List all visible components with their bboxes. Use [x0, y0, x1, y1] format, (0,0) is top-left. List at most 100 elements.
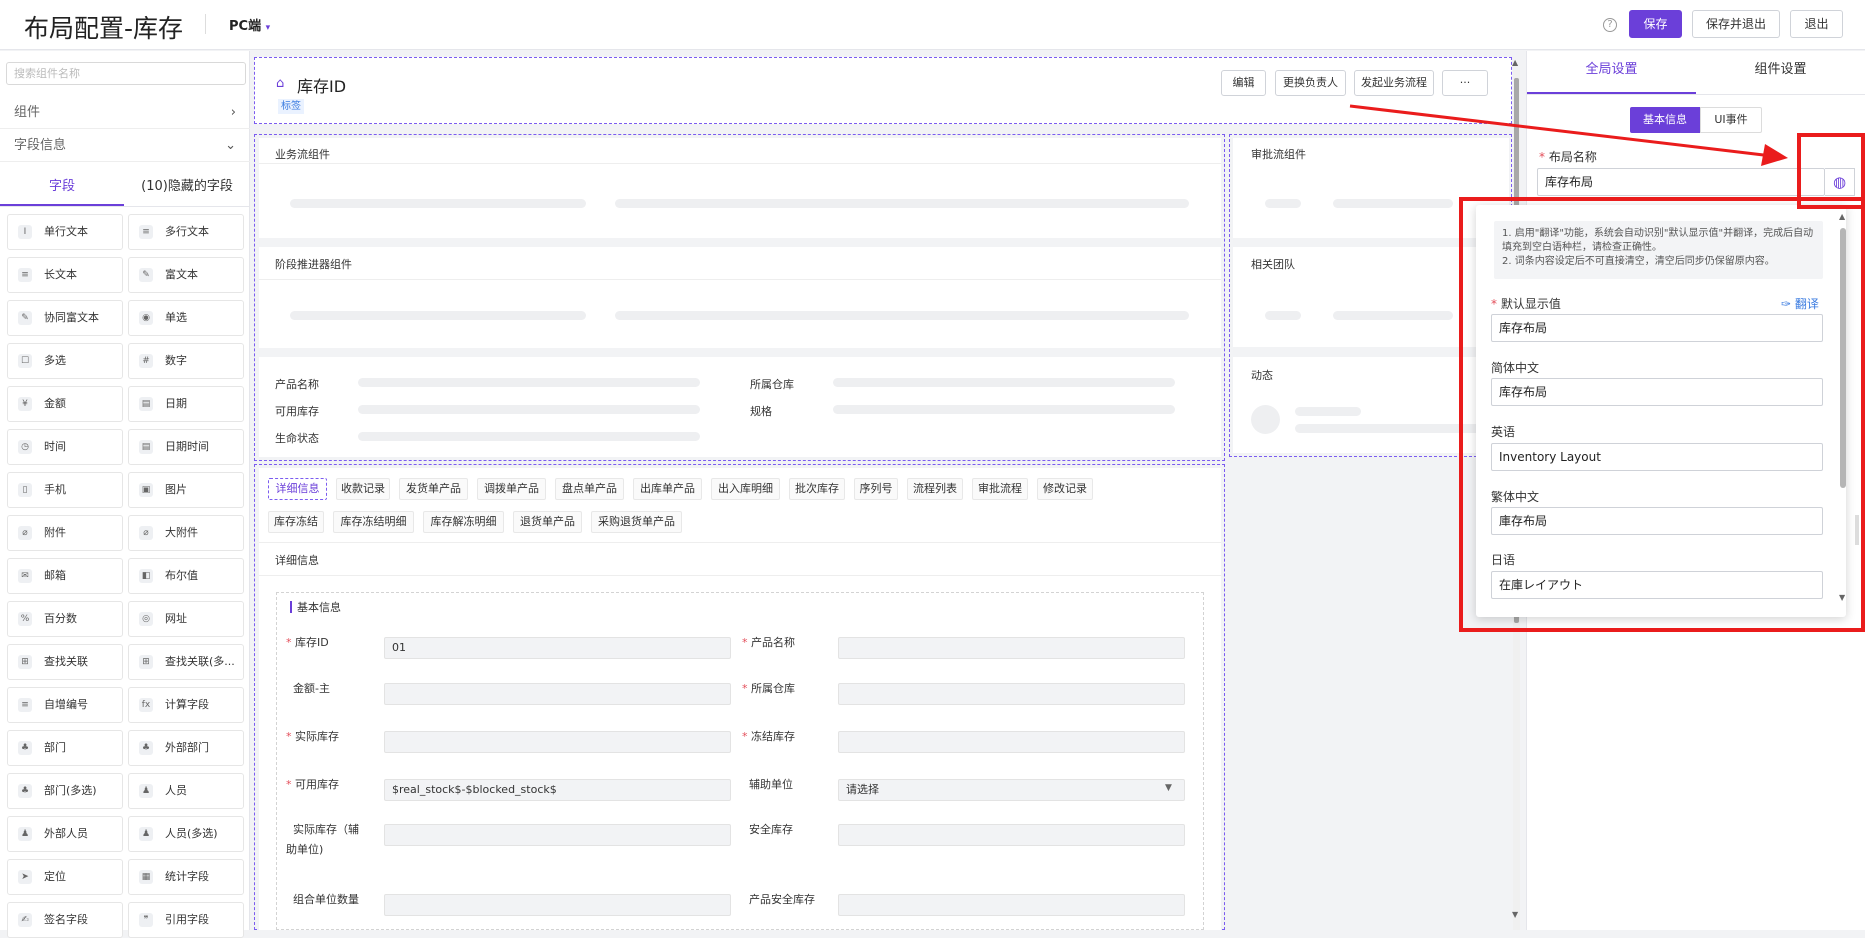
field-info-section[interactable]: 字段信息 ⌄ — [0, 130, 250, 162]
detail-tab[interactable]: 库存冻结明细 — [333, 511, 414, 533]
chevron-down-icon: ▾ — [265, 23, 271, 33]
platform-selector[interactable]: PC端 ▾ — [229, 15, 270, 34]
detail-tab[interactable]: 详细信息 — [268, 478, 327, 500]
field-label: 金额 — [44, 397, 66, 410]
field-item[interactable]: ▤ 日期 — [128, 386, 244, 422]
tab-hidden-fields[interactable]: (10)隐藏的字段 — [124, 168, 250, 206]
field-item[interactable]: ❞ 引用字段 — [128, 902, 244, 938]
form-input[interactable] — [384, 731, 731, 753]
field-label: 计算字段 — [165, 698, 209, 711]
change-owner-button[interactable]: 更换负责人 — [1275, 70, 1346, 96]
scroll-down-icon[interactable]: ▼ — [1512, 910, 1518, 919]
tab-fields[interactable]: 字段 — [0, 168, 124, 206]
detail-tab[interactable]: 调拨单产品 — [477, 478, 546, 500]
field-item[interactable]: ▯ 手机 — [7, 472, 123, 508]
help-icon[interactable]: ? — [1603, 18, 1617, 32]
chevron-down-icon: ▼ — [1165, 783, 1172, 793]
field-item[interactable]: ⊞ 查找关联(多... — [128, 644, 244, 680]
field-item[interactable]: ☐ 多选 — [7, 343, 123, 379]
detail-tab[interactable]: 序列号 — [854, 478, 898, 500]
field-item[interactable]: ≡ 多行文本 — [128, 214, 244, 250]
field-item[interactable]: # 数字 — [128, 343, 244, 379]
field-item[interactable]: ◧ 布尔值 — [128, 558, 244, 594]
field-label: 多行文本 — [165, 225, 209, 238]
field-item[interactable]: ♟ 人员(多选) — [128, 816, 244, 852]
field-item[interactable]: ✍ 签名字段 — [7, 902, 123, 938]
field-item[interactable]: ▣ 图片 — [128, 472, 244, 508]
detail-tab[interactable]: 收款记录 — [336, 478, 390, 500]
field-item[interactable]: ▤ 日期时间 — [128, 429, 244, 465]
field-item[interactable]: ◉ 单选 — [128, 300, 244, 336]
search-input[interactable]: 搜索组件名称 — [6, 62, 246, 85]
field-item[interactable]: ✎ 富文本 — [128, 257, 244, 293]
start-process-button[interactable]: 发起业务流程 — [1354, 70, 1434, 96]
field-item[interactable]: ♟ 外部人员 — [7, 816, 123, 852]
divider — [259, 542, 1221, 543]
field-item[interactable]: ⌀ 大附件 — [128, 515, 244, 551]
field-item[interactable]: ◎ 网址 — [128, 601, 244, 637]
more-button[interactable]: ··· — [1442, 70, 1488, 96]
field-label: 外部人员 — [44, 827, 88, 840]
form-input[interactable]: $real_stock$-$blocked_stock$ — [384, 779, 731, 801]
field-item[interactable]: ¥ 金额 — [7, 386, 123, 422]
form-input[interactable] — [838, 683, 1185, 705]
form-input[interactable] — [838, 894, 1185, 916]
detail-tab[interactable]: 发货单产品 — [399, 478, 468, 500]
summary-label: 所属仓库 — [750, 378, 794, 391]
detail-tab[interactable]: 出入库明细 — [711, 478, 780, 500]
layout-name-input[interactable]: 库存布局 — [1537, 168, 1825, 196]
field-item[interactable]: ◷ 时间 — [7, 429, 123, 465]
field-type-icon: fx — [139, 698, 153, 712]
field-type-icon: ✎ — [139, 268, 153, 282]
detail-tab[interactable]: 盘点单产品 — [555, 478, 624, 500]
field-item[interactable]: ♟ 人员 — [128, 773, 244, 809]
form-input[interactable] — [384, 824, 731, 846]
field-item[interactable]: ▦ 统计字段 — [128, 859, 244, 895]
detail-tab[interactable]: 库存解冻明细 — [423, 511, 504, 533]
field-label: 部门 — [44, 741, 66, 754]
field-label: 查找关联(多... — [165, 655, 235, 668]
form-input[interactable] — [838, 731, 1185, 753]
field-item[interactable]: I 单行文本 — [7, 214, 123, 250]
form-input[interactable] — [384, 683, 731, 705]
business-flow-card[interactable] — [259, 138, 1221, 238]
field-label: 长文本 — [44, 268, 77, 281]
field-item[interactable]: ✎ 协同富文本 — [7, 300, 123, 336]
field-item[interactable]: ≡ 长文本 — [7, 257, 123, 293]
form-input[interactable] — [838, 824, 1185, 846]
form-input[interactable] — [384, 894, 731, 916]
save-button[interactable]: 保存 — [1629, 10, 1682, 38]
scroll-up-icon[interactable]: ▲ — [1512, 58, 1518, 67]
field-item[interactable]: ➤ 定位 — [7, 859, 123, 895]
field-item[interactable]: ♣ 外部部门 — [128, 730, 244, 766]
field-item[interactable]: fx 计算字段 — [128, 687, 244, 723]
field-item[interactable]: % 百分数 — [7, 601, 123, 637]
save-exit-button[interactable]: 保存并退出 — [1692, 10, 1780, 38]
field-label: 附件 — [44, 526, 66, 539]
detail-tab[interactable]: 流程列表 — [907, 478, 963, 500]
field-label: 邮箱 — [44, 569, 66, 582]
edit-button[interactable]: 编辑 — [1221, 70, 1266, 96]
field-item[interactable]: ⌀ 附件 — [7, 515, 123, 551]
form-input[interactable]: 请选择 — [838, 779, 1185, 801]
detail-tab[interactable]: 退货单产品 — [513, 511, 582, 533]
form-input[interactable] — [838, 637, 1185, 659]
tab-component-settings[interactable]: 组件设置 — [1696, 58, 1865, 94]
exit-button[interactable]: 退出 — [1790, 10, 1843, 38]
detail-tab[interactable]: 审批流程 — [972, 478, 1028, 500]
detail-tab[interactable]: 采购退货单产品 — [591, 511, 682, 533]
field-type-icon: ❞ — [139, 913, 153, 927]
detail-tab[interactable]: 批次库存 — [789, 478, 845, 500]
detail-tab[interactable]: 修改记录 — [1037, 478, 1093, 500]
field-item[interactable]: ♣ 部门 — [7, 730, 123, 766]
field-item[interactable]: ≡ 自增编号 — [7, 687, 123, 723]
stage-advancer-card[interactable] — [259, 247, 1221, 348]
form-input[interactable]: 01 — [384, 637, 731, 659]
field-item[interactable]: ♣ 部门(多选) — [7, 773, 123, 809]
tab-global-settings[interactable]: 全局设置 — [1527, 58, 1696, 94]
field-item[interactable]: ⊞ 查找关联 — [7, 644, 123, 680]
detail-tab[interactable]: 出库单产品 — [633, 478, 702, 500]
components-section[interactable]: 组件 › — [0, 97, 250, 129]
field-item[interactable]: ✉ 邮箱 — [7, 558, 123, 594]
detail-tab[interactable]: 库存冻结 — [268, 511, 324, 533]
